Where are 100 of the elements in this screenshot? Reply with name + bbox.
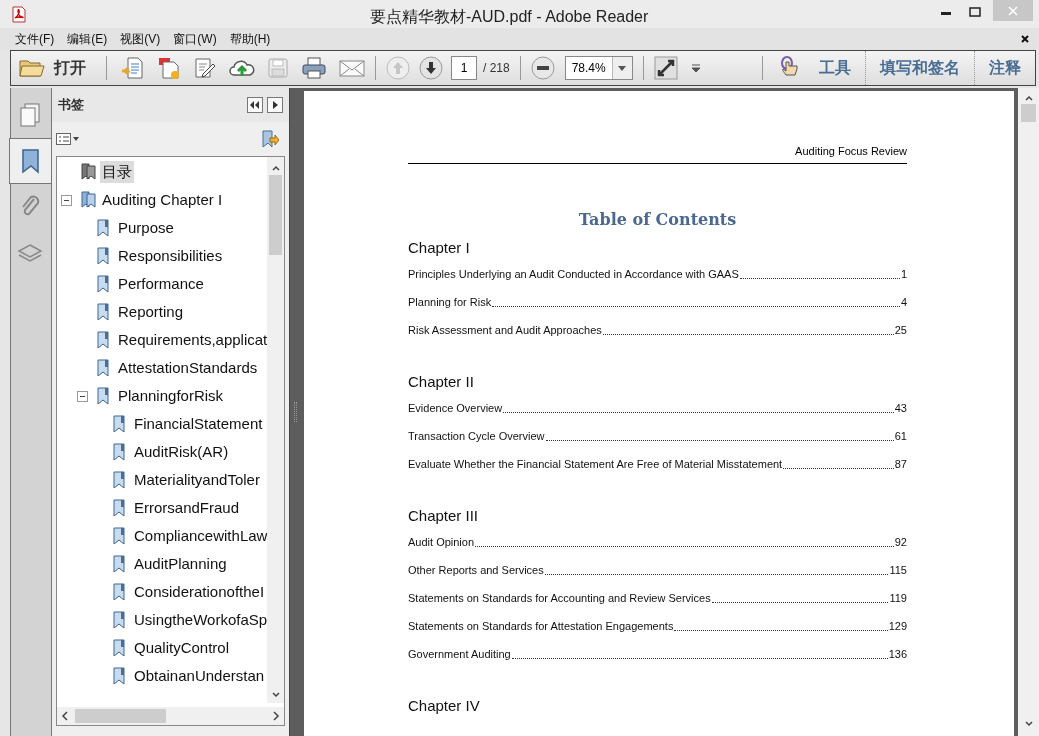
bookmark-item[interactable]: Responsibilities <box>116 244 225 268</box>
bookmark-icon <box>20 148 41 174</box>
caret-icon <box>618 65 627 71</box>
chapter-heading: Chapter II <box>408 372 475 392</box>
page-number: 87 <box>894 456 907 472</box>
bookmark-item[interactable]: Purpose <box>116 216 176 240</box>
bookmark-item[interactable]: ObtainanUnderstan <box>132 664 267 688</box>
page-number: 92 <box>894 534 907 550</box>
page-number: 25 <box>894 322 907 338</box>
menu-item[interactable]: 文件(F) <box>15 30 55 48</box>
bookmark-stack-icon <box>80 191 98 209</box>
menu-item[interactable]: 编辑(E) <box>67 30 108 48</box>
menu-item[interactable]: 窗口(W) <box>173 30 217 48</box>
chapter-heading: Chapter IV <box>408 696 481 716</box>
vertical-scrollbar[interactable] <box>267 157 284 703</box>
bookmark-item[interactable]: Auditing Chapter I <box>100 188 225 212</box>
close-icon <box>1008 5 1018 16</box>
bookmark-icon <box>96 331 110 349</box>
page-number: 1 <box>900 266 907 282</box>
panel-button[interactable]: 工具 <box>805 51 865 85</box>
bookmark-item[interactable]: AuditRisk(AR) <box>132 440 231 464</box>
chapter-heading: Chapter III <box>408 506 480 526</box>
bookmark-icon <box>112 611 126 629</box>
zoom-out-icon[interactable] <box>530 56 555 80</box>
bookmark-icon <box>96 247 110 265</box>
open-button[interactable]: 打开 <box>19 56 98 80</box>
toc-entry[interactable]: Evidence Overview <box>408 399 503 416</box>
running-header: Auditing Focus Review <box>795 145 907 157</box>
expand-panel-icon[interactable] <box>267 97 283 113</box>
bookmark-icon <box>96 303 110 321</box>
toc-entry[interactable]: Principles Underlying an Audit Conducted in Accordance with GAAS <box>408 265 739 282</box>
bookmark-item[interactable]: FinancialStatement <box>132 412 265 436</box>
more-tools-icon[interactable] <box>691 64 700 72</box>
bookmark-icon <box>96 219 110 237</box>
page-number: 43 <box>894 400 907 416</box>
collapse-icon[interactable] <box>77 390 88 402</box>
layers-icon <box>17 241 43 265</box>
scroll-left-icon[interactable] <box>61 711 69 721</box>
horizontal-scrollbar[interactable] <box>57 707 284 725</box>
menu-item[interactable]: 视图(V) <box>120 30 161 48</box>
collapse-icon[interactable] <box>61 194 72 206</box>
toc-entry[interactable]: Government Auditing <box>408 645 511 662</box>
collapse-panel-icon[interactable] <box>247 97 263 113</box>
bookmark-icon <box>112 639 126 657</box>
toc-entry[interactable]: Planning for Risk <box>408 293 492 310</box>
page-number-field[interactable]: 1 <box>451 56 477 80</box>
page-number: 61 <box>894 428 907 444</box>
panel-button[interactable]: 注释 <box>974 51 1035 85</box>
email-icon[interactable] <box>339 58 365 78</box>
options-menu-icon[interactable] <box>56 132 80 146</box>
page-number: 115 <box>889 562 907 578</box>
toc-entry[interactable]: Evaluate Whether the Financial Statement Are Free of Material Misstatement <box>408 455 783 472</box>
bookmark-icon <box>96 275 110 293</box>
folder-icon <box>19 58 45 78</box>
scroll-right-icon[interactable] <box>272 711 280 721</box>
bookmark-item[interactable]: AttestationStandards <box>116 356 260 380</box>
next-page-icon[interactable] <box>419 56 443 80</box>
bookmark-item[interactable]: ConsiderationoftheI <box>132 580 267 604</box>
zoom-field[interactable]: 78.4% <box>564 56 633 80</box>
close-document-icon[interactable] <box>1021 35 1029 43</box>
page-number: 136 <box>888 646 907 662</box>
scroll-thumb[interactable] <box>1021 104 1036 122</box>
panel-button[interactable]: 填写和签名 <box>865 51 974 85</box>
bookmark-item[interactable]: CompliancewithLaw <box>132 524 270 548</box>
bookmark-arrow-icon[interactable] <box>261 130 279 148</box>
scroll-thumb[interactable] <box>269 175 282 255</box>
toc-entry[interactable]: Risk Assessment and Audit Approaches <box>408 321 602 338</box>
toc-entry[interactable]: Statements on Standards for Accounting and Review Services <box>408 589 711 606</box>
bookmark-item[interactable]: QualityControl <box>132 636 232 660</box>
bookmark-item[interactable]: Requirements,applicat <box>116 328 270 352</box>
bookmark-icon <box>112 499 126 517</box>
bookmark-icon <box>112 527 126 545</box>
bookmark-item[interactable]: AuditPlanning <box>132 552 229 576</box>
bookmark-item[interactable]: Reporting <box>116 300 186 324</box>
toc-entry[interactable]: Statements on Standards for Attestation Engagements <box>408 617 674 634</box>
page-number: 4 <box>900 294 907 310</box>
bookmark-item[interactable]: ErrorsandFraud <box>132 496 242 520</box>
bookmark-item[interactable]: MaterialityandToler <box>132 468 262 492</box>
bookmark-item[interactable]: 目录 <box>100 160 134 184</box>
toc-entry[interactable]: Transaction Cycle Overview <box>408 427 545 444</box>
side-tab[interactable] <box>9 138 51 184</box>
bookmark-icon <box>96 387 110 405</box>
print-icon[interactable] <box>301 56 327 80</box>
toc-entry[interactable]: Audit Opinion <box>408 533 475 550</box>
pdf-icon <box>11 5 27 23</box>
fit-page-icon[interactable] <box>653 56 678 80</box>
bookmark-stack-icon <box>80 163 98 181</box>
edit-icon[interactable] <box>193 56 217 80</box>
bookmark-item[interactable]: PlanningforRisk <box>116 384 226 408</box>
scroll-thumb[interactable] <box>74 709 167 723</box>
panel-title: 书签 <box>58 96 84 115</box>
menu-item[interactable]: 帮助(H) <box>229 30 271 48</box>
combine-files-icon[interactable] <box>157 56 181 80</box>
bookmark-item[interactable]: UsingtheWorkofaSp <box>132 608 270 632</box>
toc-entry[interactable]: Other Reports and Services <box>408 561 544 578</box>
bookmark-item[interactable]: Performance <box>116 272 206 296</box>
maximize-icon[interactable] <box>969 7 981 17</box>
bookmark-icon <box>112 667 126 685</box>
bookmark-icon <box>112 555 126 573</box>
document-scrollbar[interactable] <box>1018 88 1039 736</box>
